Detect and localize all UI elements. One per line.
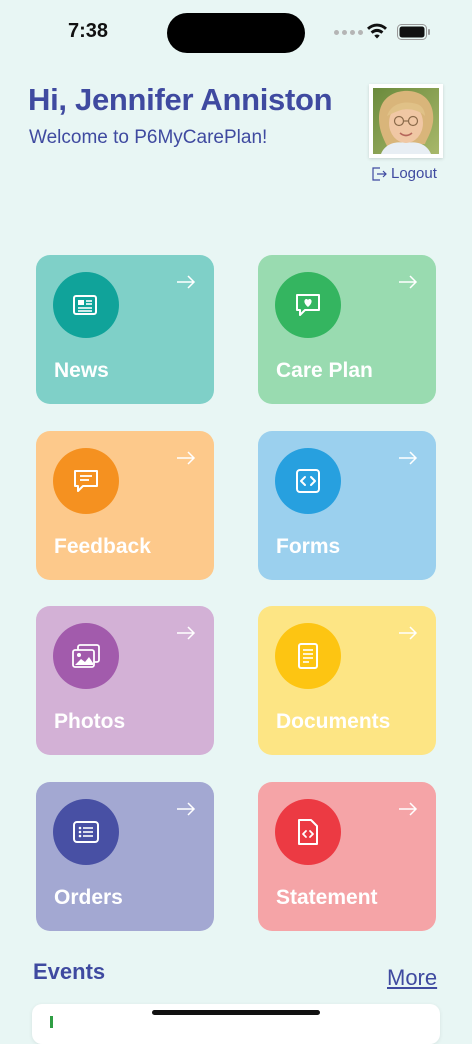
tile-documents[interactable]: Documents	[258, 606, 436, 755]
avatar[interactable]	[369, 84, 443, 158]
logout-icon	[372, 166, 387, 181]
tile-care-plan[interactable]: Care Plan	[258, 255, 436, 404]
arrow-right-icon	[399, 451, 418, 465]
tile-label: Documents	[276, 710, 391, 733]
arrow-right-icon	[177, 802, 196, 816]
message-icon	[74, 470, 98, 492]
tile-statement[interactable]: Statement	[258, 782, 436, 931]
arrow-right-icon	[399, 802, 418, 816]
tile-photos[interactable]: Photos	[36, 606, 214, 755]
tile-label: Care Plan	[276, 359, 373, 382]
tile-orders[interactable]: Orders	[36, 782, 214, 931]
home-indicator[interactable]	[152, 1010, 320, 1015]
logout-label: Logout	[391, 165, 437, 182]
tile-label: Forms	[276, 535, 341, 558]
status-bar: 7:38	[0, 0, 472, 64]
tile-icon-circle	[275, 448, 341, 514]
tile-label: Feedback	[54, 535, 151, 558]
status-time: 7:38	[68, 20, 109, 42]
tile-news[interactable]: News	[36, 255, 214, 404]
tile-label: Orders	[54, 886, 123, 909]
document-icon	[298, 643, 318, 669]
image-icon	[72, 644, 100, 668]
tile-icon-circle	[53, 272, 119, 338]
welcome-subtitle: Welcome to P6MyCarePlan!	[29, 127, 268, 148]
arrow-right-icon	[177, 626, 196, 640]
signal-icon	[334, 30, 363, 35]
tile-icon-circle	[275, 623, 341, 689]
newspaper-icon	[73, 295, 97, 315]
events-heading: Events	[33, 959, 106, 984]
logout-button[interactable]: Logout	[371, 165, 437, 182]
tile-icon-circle	[53, 799, 119, 865]
event-status-marker	[50, 1016, 53, 1028]
arrow-right-icon	[177, 451, 196, 465]
tile-icon-circle	[275, 272, 341, 338]
tile-icon-circle	[275, 799, 341, 865]
tile-icon-circle	[53, 448, 119, 514]
heart-chat-icon	[296, 294, 320, 316]
arrow-right-icon	[399, 626, 418, 640]
tile-feedback[interactable]: Feedback	[36, 431, 214, 580]
tile-icon-circle	[53, 623, 119, 689]
tile-forms[interactable]: Forms	[258, 431, 436, 580]
arrow-right-icon	[399, 275, 418, 289]
tile-label: Photos	[54, 710, 126, 733]
greeting-title: Hi, Jennifer Anniston	[28, 82, 333, 117]
avatar-photo	[373, 88, 439, 154]
battery-icon	[397, 24, 430, 40]
wifi-icon	[367, 23, 387, 39]
list-icon	[73, 821, 99, 843]
code-file-icon	[298, 819, 318, 845]
events-more-link[interactable]: More	[387, 965, 437, 991]
tile-label: News	[54, 359, 109, 382]
arrow-right-icon	[177, 275, 196, 289]
code-icon	[296, 469, 320, 493]
tile-label: Statement	[276, 886, 378, 909]
dynamic-island	[167, 13, 305, 53]
